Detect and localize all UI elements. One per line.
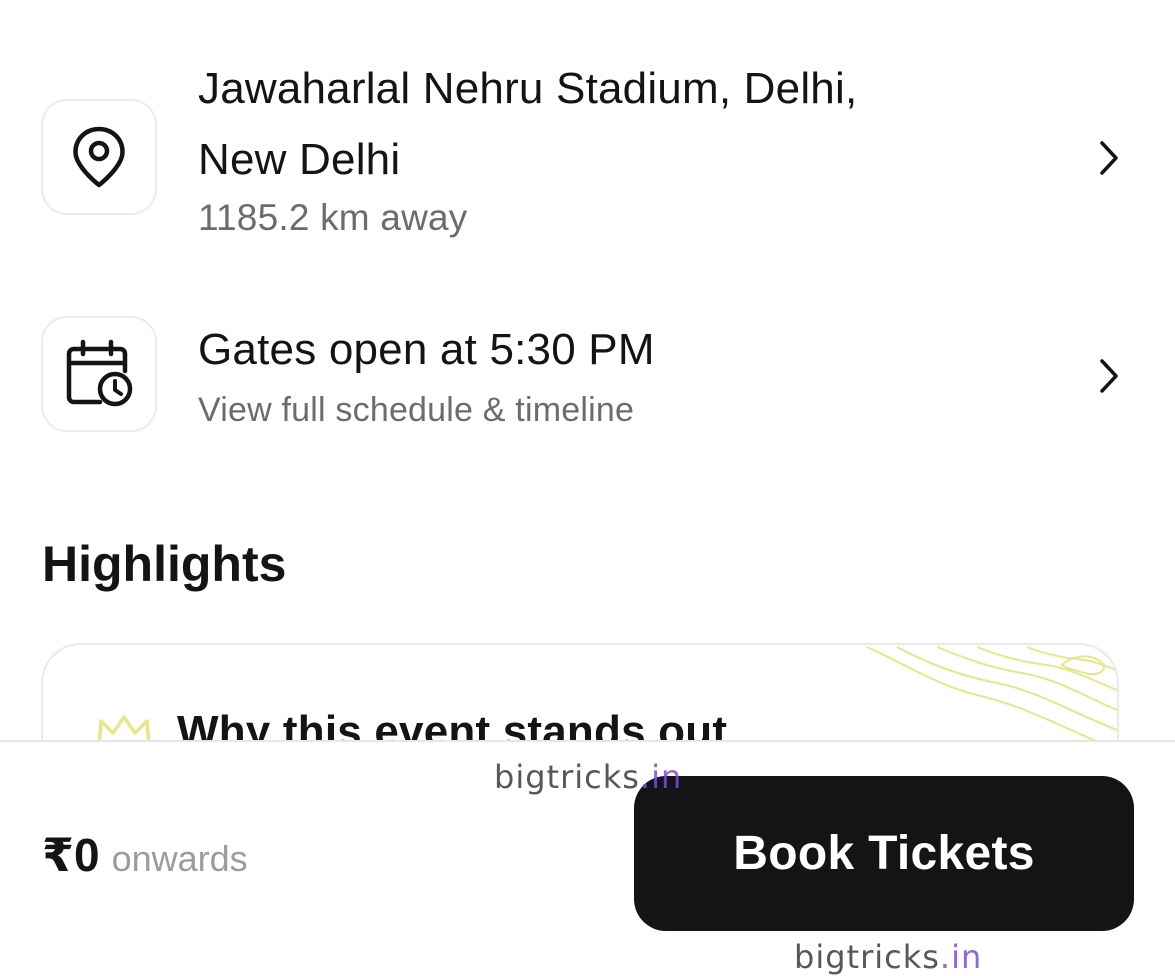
- watermark-name: bigtricks: [794, 938, 940, 976]
- watermark-name: bigtricks: [494, 758, 640, 796]
- venue-distance: 1185.2 km away: [198, 197, 468, 238]
- watermark: bigtricks.in: [794, 938, 982, 976]
- gates-open-time: Gates open at 5:30 PM: [198, 325, 655, 374]
- venue-text: Jawaharlal Nehru Stadium, Delhi, New Del…: [198, 53, 857, 239]
- price-value: ₹0: [42, 829, 100, 881]
- watermark-tld: .in: [639, 758, 683, 796]
- watermark-tld: .in: [939, 938, 983, 976]
- schedule-row[interactable]: Gates open at 5:30 PM View full schedule…: [0, 300, 1175, 460]
- book-tickets-button[interactable]: Book Tickets: [634, 776, 1134, 931]
- schedule-text: Gates open at 5:30 PM View full schedule…: [198, 314, 655, 430]
- venue-row[interactable]: Jawaharlal Nehru Stadium, Delhi, New Del…: [0, 0, 1175, 290]
- highlights-title: Highlights: [42, 536, 287, 592]
- calendar-icon-box: [41, 316, 157, 432]
- schedule-link-text: View full schedule & timeline: [198, 391, 635, 429]
- chevron-right-icon[interactable]: [1094, 356, 1124, 396]
- price-info: ₹0 onwards: [42, 828, 248, 882]
- location-pin-icon: [73, 126, 125, 188]
- price-suffix: onwards: [111, 838, 248, 879]
- venue-name-line2: New Delhi: [198, 135, 401, 184]
- chevron-right-icon[interactable]: [1094, 138, 1124, 178]
- location-icon-box: [41, 99, 157, 215]
- watermark: bigtricks.in: [494, 758, 682, 796]
- topographic-pattern-icon: [866, 646, 1117, 751]
- venue-name-line1: Jawaharlal Nehru Stadium, Delhi,: [198, 64, 858, 113]
- calendar-clock-icon: [66, 339, 133, 407]
